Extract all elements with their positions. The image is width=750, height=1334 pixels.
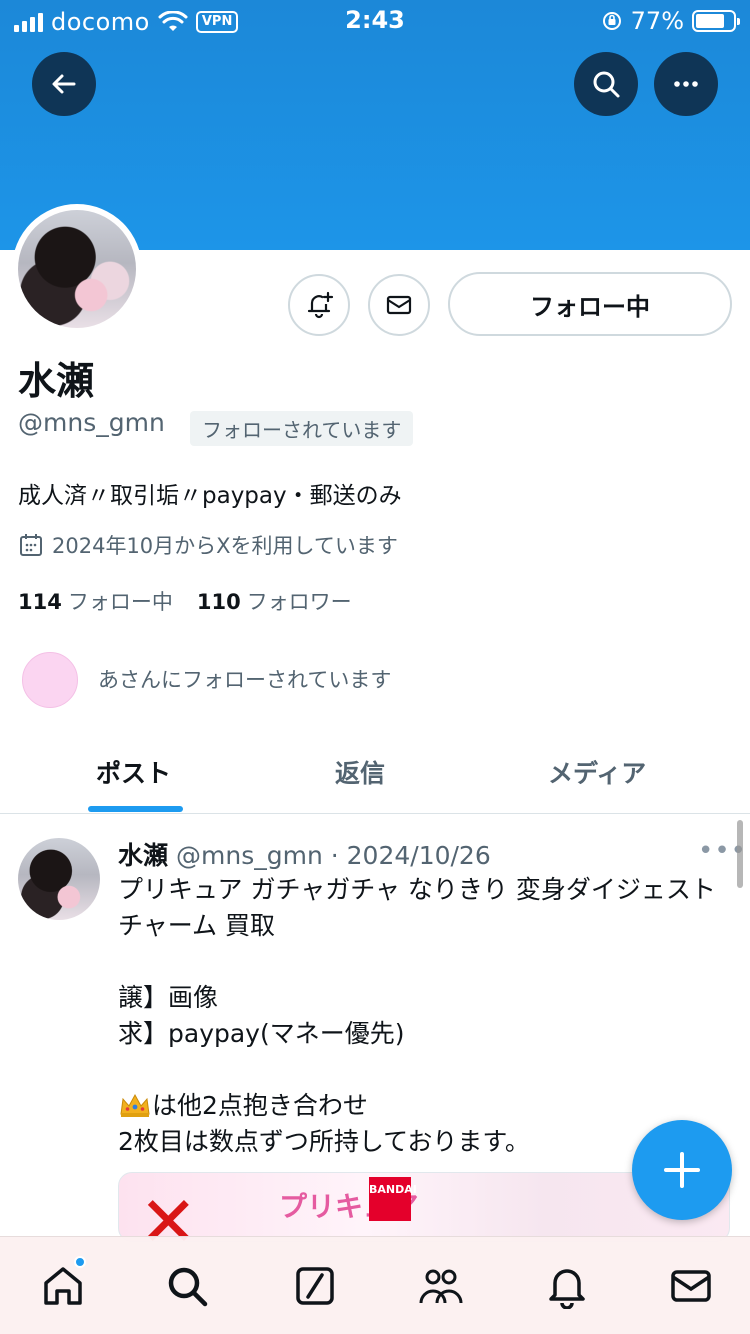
battery-level [696, 14, 724, 28]
bell-plus-icon [307, 291, 334, 319]
display-name: 水瀬 [18, 359, 95, 403]
search-icon [593, 71, 620, 98]
following-button[interactable]: フォロー中 [448, 272, 732, 336]
arrow-left-icon [52, 74, 76, 94]
post-text: プリキュア ガチャガチャ なりきり 変身ダイジェストチャーム 買取 譲】画像 求… [118, 872, 728, 1160]
joined-text: 2024年10月からXを利用しています [52, 534, 398, 558]
tab-media[interactable]: メディア [548, 754, 646, 790]
post-text-line2: 譲】画像 求】paypay(マネー優先) [118, 983, 405, 1048]
post-text-line1: プリキュア ガチャガチャ なりきり 変身ダイジェストチャーム 買取 [118, 875, 716, 940]
followers-count-link[interactable]: 110 フォロワー [197, 586, 352, 616]
follow-counts: 114 フォロー中 110 フォロワー [18, 586, 352, 616]
battery-percent: 77% [630, 7, 684, 35]
search-icon [168, 1267, 208, 1307]
calendar-icon [20, 534, 42, 556]
crown-emoji-icon [120, 1093, 150, 1117]
envelope-icon [386, 295, 412, 315]
nav-grok[interactable] [292, 1263, 338, 1309]
bottom-nav [0, 1236, 750, 1334]
x-mark-icon: ✕ [139, 1181, 198, 1242]
message-button[interactable] [368, 274, 430, 336]
more-button[interactable] [654, 52, 718, 116]
home-icon [44, 1267, 82, 1305]
back-button[interactable] [32, 52, 96, 116]
status-bar: docomo VPN 2:43 77% [0, 0, 750, 40]
rotation-lock-icon [602, 12, 621, 30]
post-author-name[interactable]: 水瀬 [118, 841, 168, 870]
tab-posts[interactable]: ポスト [96, 754, 171, 790]
profile-tabs: ポスト 返信 メディア [0, 720, 750, 814]
following-count: 114 [18, 590, 62, 614]
joined-date: 2024年10月からXを利用しています [18, 530, 398, 560]
communities-icon [419, 1269, 463, 1304]
following-label: フォロー中 [67, 590, 173, 614]
bio: 成人済〃取引垢〃paypay・郵送のみ [18, 483, 402, 509]
notify-button[interactable] [288, 274, 350, 336]
nav-communities[interactable] [418, 1263, 464, 1309]
search-button[interactable] [574, 52, 638, 116]
followers-count: 110 [196, 590, 241, 614]
compose-button[interactable] [632, 1120, 732, 1220]
avatar-image [18, 210, 136, 328]
follows-you-badge: フォローされています [190, 411, 414, 446]
notifications-icon [549, 1269, 585, 1310]
post-avatar[interactable] [18, 838, 100, 920]
messages-icon [671, 1270, 711, 1302]
nav-messages[interactable] [668, 1263, 714, 1309]
following-count-link[interactable]: 114 フォロー中 [18, 586, 173, 616]
post-meta: @mns_gmn · 2024/10/26 [176, 841, 491, 870]
profile-avatar[interactable] [12, 204, 142, 334]
bandai-logo: BANDAI [369, 1177, 417, 1221]
mutual-follower-avatar[interactable] [22, 652, 78, 708]
home-unread-dot [74, 1256, 86, 1268]
handle: @mns_gmn [18, 408, 165, 437]
scrollbar[interactable] [737, 820, 743, 888]
nav-notifications[interactable] [544, 1263, 590, 1310]
mutual-followers-text[interactable]: あさんにフォローされています [98, 664, 391, 694]
followers-label: フォロワー [246, 590, 352, 614]
plus-icon [664, 1152, 700, 1188]
battery-icon [692, 10, 740, 32]
tab-replies[interactable]: 返信 [335, 754, 385, 790]
nav-search[interactable] [164, 1263, 210, 1309]
more-icon [674, 81, 698, 87]
nav-home[interactable] [40, 1263, 86, 1309]
post-header: 水瀬 @mns_gmn · 2024/10/26 [118, 836, 491, 872]
profile-screen: docomo VPN 2:43 77% フォロー中 水瀬 @mns_gmn フォ… [0, 0, 750, 1334]
active-tab-indicator [88, 806, 183, 812]
grok-icon [296, 1267, 334, 1305]
post-text-line3: は他2点抱き合わせ 2枚目は数点ずつ所持しております。 [118, 1091, 530, 1156]
